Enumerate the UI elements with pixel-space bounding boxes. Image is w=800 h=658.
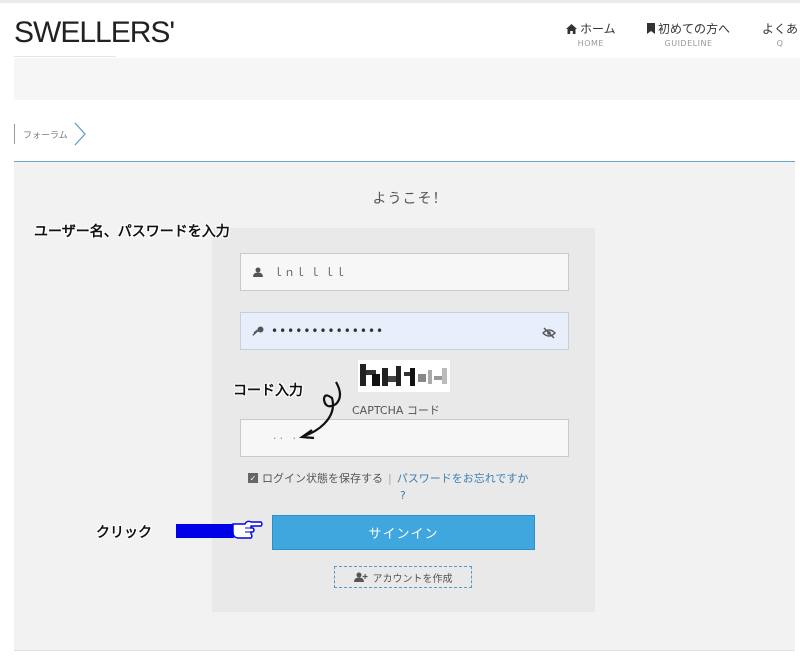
top-border	[0, 0, 800, 3]
separator: |	[388, 471, 392, 485]
panel-bottom-rule	[14, 650, 795, 651]
nav-guideline-sub: GUIDELINE	[664, 39, 713, 48]
nav-home[interactable]: ホーム HOME	[566, 20, 616, 48]
home-icon	[566, 23, 577, 34]
breadcrumb[interactable]: フォーラム	[14, 122, 86, 146]
annotation-arrow-bar	[176, 524, 234, 538]
captcha-label: CAPTCHA コード	[352, 404, 440, 417]
welcome-heading: ようこそ！	[372, 191, 448, 207]
create-account-label: アカウントを作成	[372, 573, 453, 585]
chevron-right-icon	[74, 122, 86, 146]
nav-home-label: ホーム	[580, 22, 616, 36]
forgot-password-link-q[interactable]: ?	[400, 489, 406, 502]
password-field[interactable]: ••••••••••••••	[240, 312, 569, 350]
password-value: ••••••••••••••	[271, 324, 385, 338]
annotation-username-password: ユーザー名、パスワードを入力	[34, 224, 230, 240]
user-icon	[251, 267, 265, 277]
nav-faq[interactable]: よくあ Q	[762, 20, 798, 48]
remember-checkbox[interactable]: ✓	[248, 473, 258, 483]
username-value: ｌｎｌ ｌ ｌｌ	[273, 266, 346, 279]
nav-faq-sub: Q	[776, 39, 784, 48]
forgot-password-link[interactable]: パスワードをお忘れですか	[397, 470, 529, 486]
pointing-hand-icon	[232, 520, 263, 539]
eye-slash-icon[interactable]	[542, 324, 556, 343]
site-logo[interactable]: SWELLERS'	[14, 16, 175, 50]
create-account-button[interactable]: アカウントを作成	[334, 566, 472, 588]
user-plus-icon	[353, 572, 368, 582]
key-icon	[251, 326, 265, 336]
bookmark-icon	[647, 23, 655, 34]
signin-button[interactable]: サインイン	[272, 515, 535, 550]
breadcrumb-forum[interactable]: フォーラム	[23, 128, 68, 141]
annotation-click: クリック	[96, 525, 152, 541]
header-band	[14, 58, 800, 100]
curved-arrow-icon	[298, 381, 342, 440]
nav-guideline-label: 初めての方へ	[658, 22, 731, 36]
nav-guideline[interactable]: 初めての方へ GUIDELINE	[647, 20, 730, 48]
breadcrumb-divider	[14, 124, 15, 144]
nav-faq-label: よくあ	[762, 22, 799, 36]
remember-row: ✓ ログイン状態を保存する | パスワードをお忘れですか	[248, 470, 528, 486]
captcha-image	[358, 360, 450, 392]
username-field[interactable]: ｌｎｌ ｌ ｌｌ	[240, 253, 569, 291]
logo-underline	[14, 56, 116, 57]
remember-label[interactable]: ログイン状態を保存する	[262, 470, 383, 486]
nav-home-sub: HOME	[577, 39, 604, 48]
